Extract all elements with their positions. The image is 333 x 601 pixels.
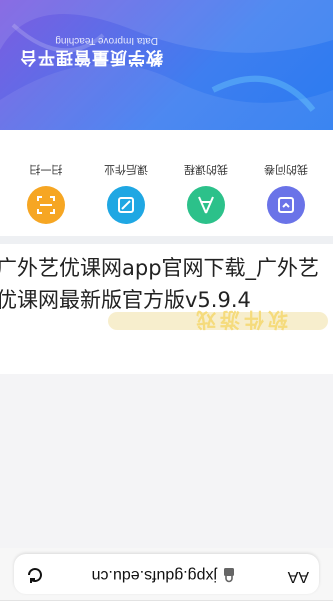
reload-icon[interactable] bbox=[25, 565, 45, 585]
menu-item-courses[interactable]: 我的课程 bbox=[171, 144, 241, 224]
page-title: 广外艺优课网app官网下载_广外艺优课网最新版官方版v5.9.4 bbox=[0, 256, 320, 312]
brand-title: 教学质量管理平台 bbox=[19, 47, 163, 67]
section-divider bbox=[0, 236, 333, 244]
menu-label: 我的问卷 bbox=[264, 163, 308, 176]
aa-label: AA bbox=[287, 568, 309, 585]
questionnaire-icon bbox=[267, 186, 305, 224]
lock-icon bbox=[224, 568, 234, 583]
menu-item-homework[interactable]: 课后作业 bbox=[91, 144, 161, 224]
menu-item-questionnaire[interactable]: 我的问卷 bbox=[251, 144, 321, 224]
article-header: 软件游戏 广外艺优课网app官网下载_广外艺优课网最新版官方版v5.9.4 bbox=[0, 244, 333, 374]
menu-label: 扫一扫 bbox=[29, 163, 63, 176]
reader-text-size-button[interactable]: AA bbox=[288, 567, 309, 585]
brand-subtitle: Data Improve Teaching bbox=[55, 35, 158, 46]
app-banner: 教学质量管理平台 Data Improve Teaching bbox=[0, 0, 333, 130]
url-text[interactable]: jxpg.gdufs.edu.cn bbox=[92, 566, 217, 584]
homework-icon bbox=[107, 186, 145, 224]
menu-item-scan[interactable]: 扫一扫 bbox=[11, 144, 81, 224]
app-menu: 扫一扫 课后作业 我的课程 我的问卷 bbox=[0, 130, 333, 236]
menu-label: 课后作业 bbox=[104, 163, 148, 176]
scan-icon bbox=[27, 186, 65, 224]
course-icon bbox=[187, 186, 225, 224]
menu-label: 我的课程 bbox=[184, 163, 228, 176]
url-pill[interactable]: AA jxpg.gdufs.edu.cn bbox=[14, 554, 319, 594]
app-screenshot: 教学质量管理平台 Data Improve Teaching 扫一扫 课后作业 … bbox=[0, 0, 333, 236]
browser-address-bar: AA jxpg.gdufs.edu.cn bbox=[0, 548, 333, 601]
